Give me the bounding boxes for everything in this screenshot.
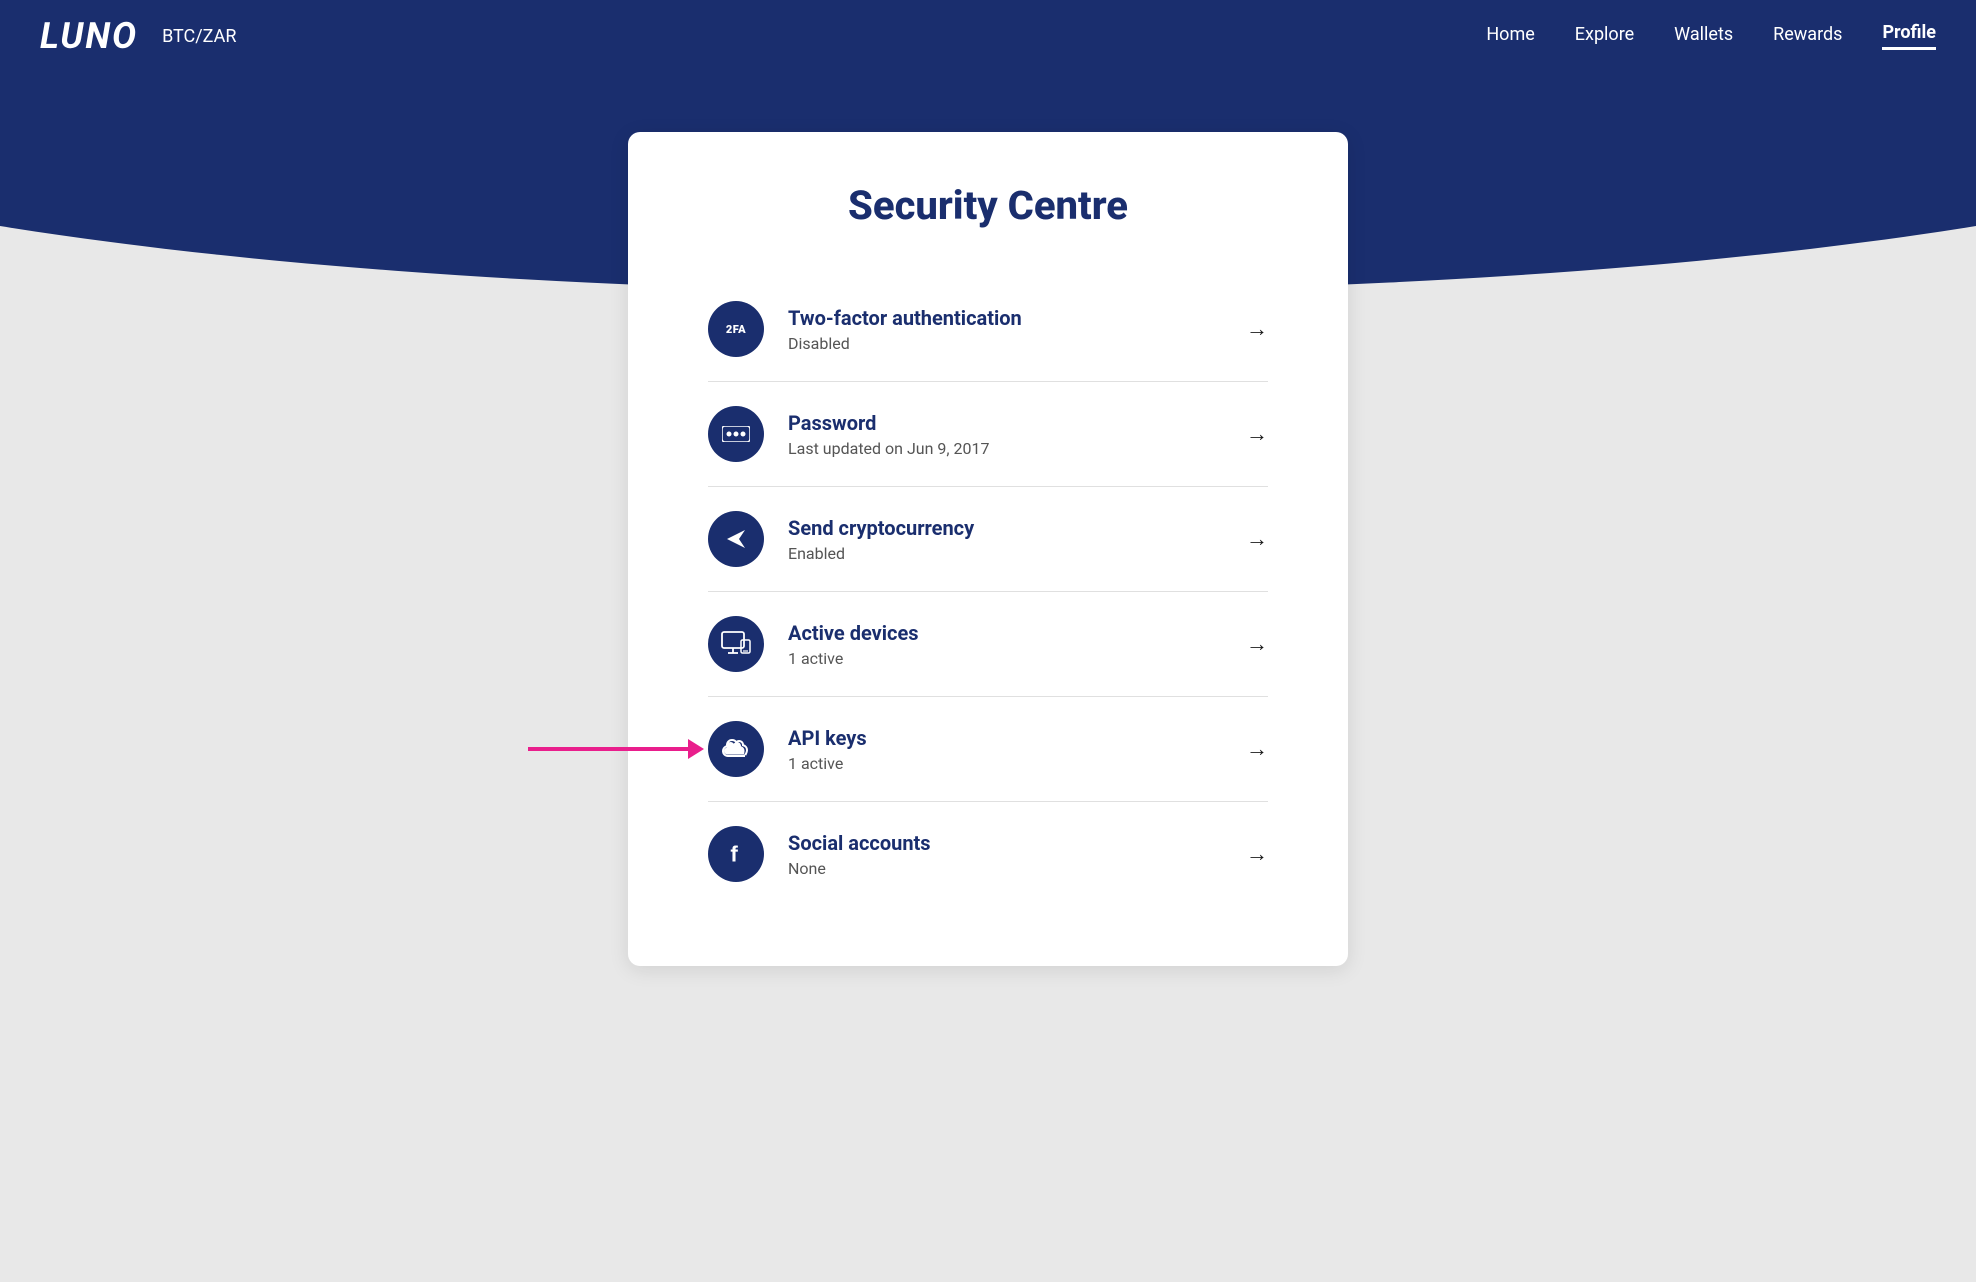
icon-social-accounts: f [708,826,764,882]
page-wrapper: Security Centre 2FA Two-factor authentic… [0,72,1976,1282]
arrow-icon-api-keys: → [1246,736,1268,762]
nav-wallets[interactable]: Wallets [1674,24,1733,49]
security-card: Security Centre 2FA Two-factor authentic… [628,132,1348,966]
item-title-password: Password [788,411,1226,435]
item-text-2fa: Two-factor authentication Disabled [788,306,1226,353]
logo-text: luno [40,15,138,57]
security-item-active-devices[interactable]: Active devices 1 active → [708,592,1268,697]
item-subtitle-2fa: Disabled [788,334,1226,353]
item-title-send-crypto: Send cryptocurrency [788,516,1226,540]
send-icon [723,526,749,552]
security-item-social-accounts[interactable]: f Social accounts None → [708,802,1268,906]
item-text-api-keys: API keys 1 active [788,726,1226,773]
icon-2fa: 2FA [708,301,764,357]
icon-api-keys [708,721,764,777]
icon-active-devices [708,616,764,672]
item-subtitle-api-keys: 1 active [788,754,1226,773]
svg-text:f: f [730,841,738,866]
arrow-icon-password: → [1246,421,1268,447]
item-subtitle-send-crypto: Enabled [788,544,1226,563]
nav-home[interactable]: Home [1486,24,1534,49]
facebook-icon: f [724,841,748,867]
annotation-arrow [528,739,704,759]
navbar: luno BTC/ZAR Home Explore Wallets Reward… [0,0,1976,72]
item-text-password: Password Last updated on Jun 9, 2017 [788,411,1226,458]
devices-icon [721,631,751,657]
nav-links: Home Explore Wallets Rewards Profile [1486,22,1936,50]
security-list: 2FA Two-factor authentication Disabled → [708,277,1268,906]
nav-rewards[interactable]: Rewards [1773,24,1842,49]
item-title-api-keys: API keys [788,726,1226,750]
security-item-2fa[interactable]: 2FA Two-factor authentication Disabled → [708,277,1268,382]
pink-arrow [528,739,704,759]
item-subtitle-social-accounts: None [788,859,1226,878]
item-title-social-accounts: Social accounts [788,831,1226,855]
password-dots-icon [722,426,750,442]
arrow-icon-send-crypto: → [1246,526,1268,552]
security-item-password[interactable]: Password Last updated on Jun 9, 2017 → [708,382,1268,487]
icon-send-crypto [708,511,764,567]
item-title-active-devices: Active devices [788,621,1226,645]
icon-password [708,406,764,462]
arrow-icon-2fa: → [1246,316,1268,342]
cloud-icon [721,737,751,761]
item-title-2fa: Two-factor authentication [788,306,1226,330]
item-subtitle-password: Last updated on Jun 9, 2017 [788,439,1226,458]
arrow-icon-social-accounts: → [1246,841,1268,867]
arrow-icon-active-devices: → [1246,631,1268,657]
nav-profile[interactable]: Profile [1882,22,1936,50]
pink-arrow-head [688,739,704,759]
security-item-send-crypto[interactable]: Send cryptocurrency Enabled → [708,487,1268,592]
nav-explore[interactable]: Explore [1575,24,1634,49]
pink-arrow-line [528,747,688,751]
trading-pair: BTC/ZAR [162,26,236,47]
item-subtitle-active-devices: 1 active [788,649,1226,668]
item-text-active-devices: Active devices 1 active [788,621,1226,668]
page-title: Security Centre [708,182,1268,229]
logo-area: luno BTC/ZAR [40,15,236,57]
item-text-send-crypto: Send cryptocurrency Enabled [788,516,1226,563]
item-text-social-accounts: Social accounts None [788,831,1226,878]
security-item-api-keys[interactable]: API keys 1 active → [708,697,1268,802]
